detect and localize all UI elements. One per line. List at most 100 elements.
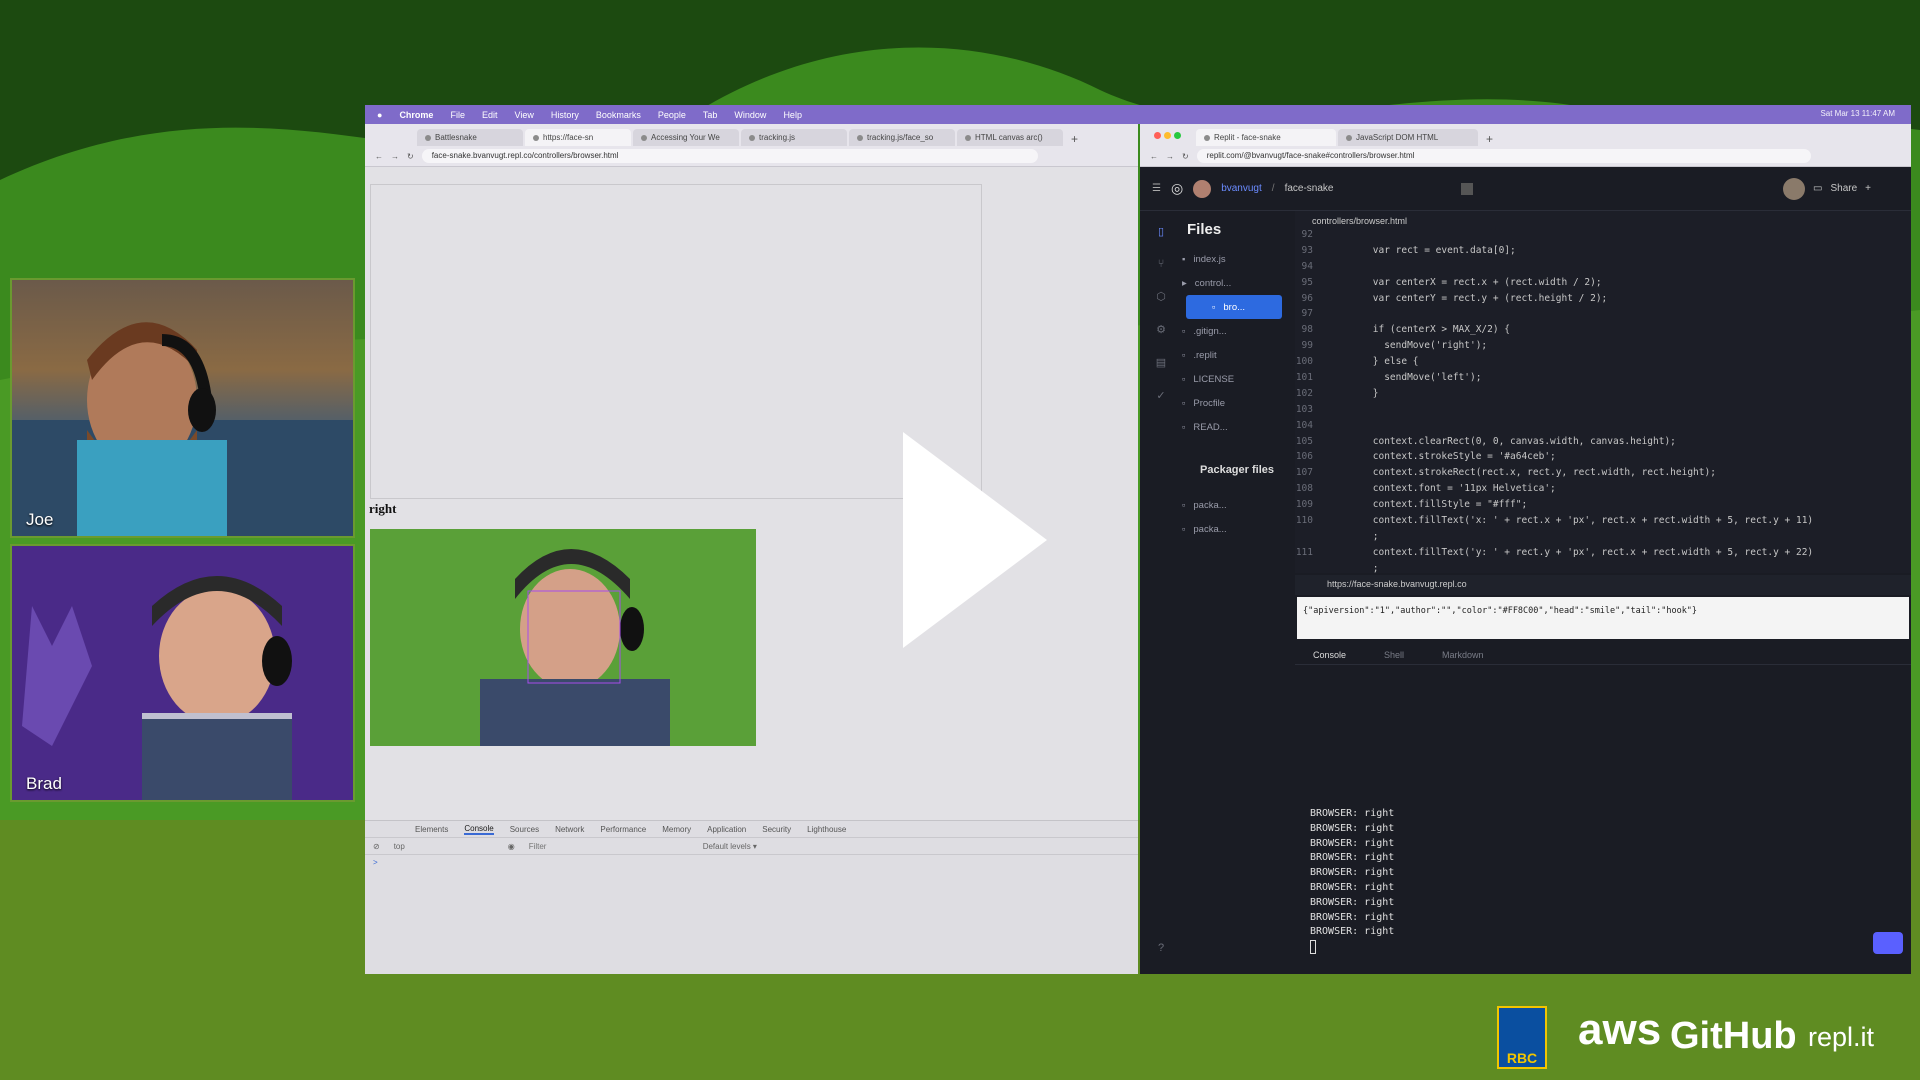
editor-tab[interactable]: controllers/browser.html [1295,211,1911,229]
right-url-row: ← → ↻ replit.com/@bvanvugt/face-snake#co… [1140,146,1911,166]
profile-avatar[interactable] [1783,177,1806,200]
devtools-tab-lighthouse[interactable]: Lighthouse [807,825,846,834]
file-license[interactable]: ▫ LICENSE [1140,367,1295,391]
devtools-tab-console[interactable]: Console [464,824,494,835]
menu-tab[interactable]: Tab [703,110,718,120]
tab-shell[interactable]: Shell [1384,650,1404,660]
console-prompt[interactable]: > [365,855,1138,870]
avatar[interactable] [1193,179,1212,198]
chat-icon[interactable]: ▭ [1813,183,1822,194]
tab-markdown[interactable]: Markdown [1442,650,1484,660]
tab-face-snake[interactable]: https://face-sn [525,129,631,146]
menu-bookmarks[interactable]: Bookmarks [596,110,641,120]
file-package-lock[interactable]: ▫ packa... [1140,517,1295,541]
share-button[interactable]: ▭ Share + [1783,177,1871,200]
reload-icon[interactable]: ↻ [1182,152,1189,161]
code-line[interactable]: 98 if (centerX > MAX_X/2) { [1295,324,1911,340]
back-icon[interactable]: ← [1150,152,1158,161]
address-bar[interactable]: replit.com/@bvanvugt/face-snake#controll… [1196,149,1811,163]
new-tab-icon[interactable]: + [1071,132,1078,146]
code-line[interactable]: 95 var centerX = rect.x + (rect.width / … [1295,277,1911,293]
menu-view[interactable]: View [514,110,533,120]
code-lines[interactable]: 92 93 var rect = event.data[0]; 94 95 var c… [1295,229,1911,573]
file-index-js[interactable]: ▪ index.js [1140,247,1295,271]
code-line[interactable]: 97 [1295,308,1911,324]
tab-accessing[interactable]: Accessing Your We [633,129,739,146]
devtools-tab-network[interactable]: Network [555,825,584,834]
forward-icon[interactable]: → [1166,152,1174,161]
code-line[interactable]: 109 context.fillStyle = "#fff"; [1295,499,1911,515]
code-line[interactable]: 92 [1295,229,1911,245]
back-icon[interactable]: ← [375,152,383,161]
file-package-json[interactable]: ▫ packa... [1140,493,1295,517]
apple-icon[interactable]: ● [377,110,382,120]
code-line[interactable]: ; [1295,531,1911,547]
forward-icon[interactable]: → [391,152,399,161]
run-stop-icon[interactable] [1461,182,1474,195]
tab-battlesnake[interactable]: Battlesnake [417,129,523,146]
menu-chrome[interactable]: Chrome [399,110,433,120]
devtools-tab-elements[interactable]: Elements [415,825,448,834]
code-line[interactable]: 102 } [1295,388,1911,404]
code-editor[interactable]: controllers/browser.html 92 93 var rect =… [1295,211,1911,573]
levels-select[interactable]: Default levels ▾ [703,842,757,851]
menu-history[interactable]: History [551,110,579,120]
console-output[interactable]: BROWSER: right BROWSER: right BROWSER: rig… [1310,808,1890,941]
replit-logo-icon[interactable]: ◎ [1171,180,1183,197]
tab-replit[interactable]: Replit - face-snake [1196,129,1336,146]
file-procfile[interactable]: ▫ Procfile [1140,391,1295,415]
reload-icon[interactable]: ↻ [407,152,414,161]
clear-console-icon[interactable]: ⊘ [373,842,380,851]
code-line[interactable]: 108 context.font = '11px Helvetica'; [1295,483,1911,499]
devtools-tab-security[interactable]: Security [762,825,791,834]
devtools-tab-performance[interactable]: Performance [600,825,646,834]
menu-help[interactable]: Help [783,110,802,120]
console-filter-input[interactable] [528,840,689,852]
file-gitignore[interactable]: ▫ .gitign... [1140,319,1295,343]
code-line[interactable]: 100 } else { [1295,356,1911,372]
add-icon[interactable]: + [1865,183,1871,194]
tab-tracking-js[interactable]: tracking.js [741,129,847,146]
new-tab-icon[interactable]: + [1486,132,1493,146]
chat-bubble-icon[interactable] [1873,932,1903,954]
code-line[interactable]: 94 [1295,261,1911,277]
tab-js-dom[interactable]: JavaScript DOM HTML [1338,129,1478,146]
tab-canvas-arc[interactable]: HTML canvas arc() [957,129,1063,146]
webview-url-bar[interactable]: https://face-snake.bvanvugt.repl.co [1295,575,1911,595]
menu-window[interactable]: Window [734,110,766,120]
repl-name[interactable]: face-snake [1285,183,1334,194]
code-line[interactable]: 110 context.fillText('x: ' + rect.x + 'p… [1295,515,1911,531]
code-line[interactable]: 107 context.strokeRect(rect.x, rect.y, r… [1295,467,1911,483]
tab-console[interactable]: Console [1313,650,1346,660]
code-line[interactable]: 99 sendMove('right'); [1295,340,1911,356]
devtools-tab-memory[interactable]: Memory [662,825,691,834]
left-browser-chrome: Battlesnake https://face-sn Accessing Yo… [365,124,1138,167]
code-line[interactable]: 96 var centerY = rect.y + (rect.height /… [1295,293,1911,309]
code-line[interactable]: 101 sendMove('left'); [1295,372,1911,388]
code-line[interactable]: 103 [1295,404,1911,420]
file-label: bro... [1223,301,1246,313]
play-icon[interactable] [903,432,1047,648]
code-line[interactable]: 111 context.fillText('y: ' + rect.y + 'p… [1295,547,1911,563]
repl-owner[interactable]: bvanvugt [1221,183,1262,194]
tab-label: HTML canvas arc() [975,133,1043,142]
eye-icon[interactable]: ◉ [508,842,515,851]
folder-controllers[interactable]: ▸ control... [1140,271,1295,295]
file-browser-html[interactable]: ▫ bro... [1186,295,1282,319]
code-line[interactable]: 106 context.strokeStyle = '#a64ceb'; [1295,451,1911,467]
devtools-tab-application[interactable]: Application [707,825,746,834]
file-replit[interactable]: ▫ .replit [1140,343,1295,367]
code-line[interactable]: 93 var rect = event.data[0]; [1295,245,1911,261]
file-readme[interactable]: ▫ READ... [1140,415,1295,439]
code-line[interactable]: ; [1295,563,1911,573]
address-bar[interactable]: face-snake.bvanvugt.repl.co/controllers/… [421,149,1038,163]
code-line[interactable]: 105 context.clearRect(0, 0, canvas.width… [1295,436,1911,452]
context-select[interactable]: top [394,842,494,851]
tab-tracking-face[interactable]: tracking.js/face_so [849,129,955,146]
code-line[interactable]: 104 [1295,420,1911,436]
devtools-tab-sources[interactable]: Sources [510,825,539,834]
menu-edit[interactable]: Edit [482,110,498,120]
menu-icon[interactable]: ☰ [1152,183,1161,194]
menu-people[interactable]: People [658,110,686,120]
menu-file[interactable]: File [450,110,465,120]
